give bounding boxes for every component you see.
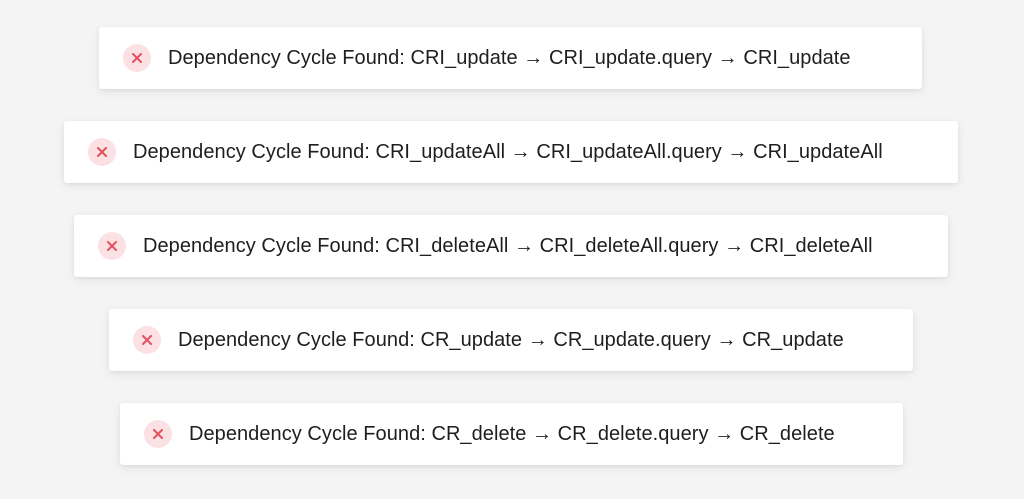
close-icon[interactable]: [88, 138, 116, 166]
error-toast[interactable]: Dependency Cycle Found: CRI_deleteAll → …: [74, 215, 948, 277]
error-toast[interactable]: Dependency Cycle Found: CRI_update → CRI…: [99, 27, 922, 89]
toast-message: Dependency Cycle Found: CR_delete → CR_d…: [189, 422, 835, 445]
error-toast[interactable]: Dependency Cycle Found: CR_update → CR_u…: [109, 309, 913, 371]
toast-message: Dependency Cycle Found: CRI_update → CRI…: [168, 46, 851, 69]
close-icon[interactable]: [123, 44, 151, 72]
toast-message: Dependency Cycle Found: CR_update → CR_u…: [178, 328, 844, 351]
error-toast[interactable]: Dependency Cycle Found: CRI_updateAll → …: [64, 121, 958, 183]
close-icon[interactable]: [133, 326, 161, 354]
toast-message: Dependency Cycle Found: CRI_updateAll → …: [133, 140, 883, 163]
close-icon[interactable]: [144, 420, 172, 448]
close-icon[interactable]: [98, 232, 126, 260]
toast-message: Dependency Cycle Found: CRI_deleteAll → …: [143, 234, 873, 257]
error-toast[interactable]: Dependency Cycle Found: CR_delete → CR_d…: [120, 403, 903, 465]
